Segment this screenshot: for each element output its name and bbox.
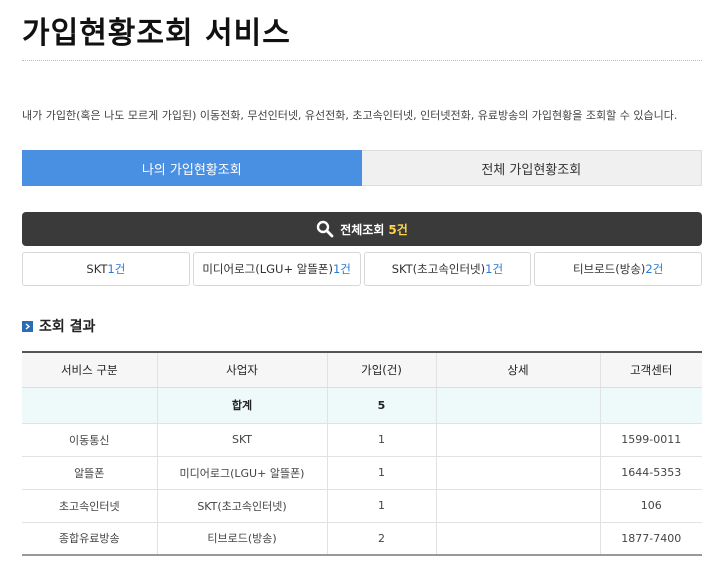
filter-skt[interactable]: SKT 1건 (22, 252, 190, 286)
table-row: 초고속인터넷 SKT(초고속인터넷) 1 106 (22, 489, 702, 523)
title-divider (22, 60, 702, 61)
filter-label: 미디어로그(LGU+ 알뜰폰) (202, 262, 333, 276)
filter-medialog[interactable]: 미디어로그(LGU+ 알뜰폰) 1건 (192, 252, 361, 286)
service-cell: 알뜰폰 (22, 456, 157, 490)
filter-count: 2건 (645, 262, 664, 276)
detail-cell (435, 423, 600, 457)
tab-all-subscriptions[interactable]: 전체 가입현황조회 (361, 150, 702, 186)
view-tabs: 나의 가입현황조회 전체 가입현황조회 (22, 150, 702, 186)
filter-tbroad[interactable]: 티브로드(방송) 2건 (534, 252, 702, 286)
empty-cell (22, 387, 157, 424)
column-header: 사업자 (156, 352, 327, 388)
column-header: 가입(건) (326, 352, 436, 388)
total-count-cell: 5 (326, 387, 436, 424)
table-row: 알뜰폰 미디어로그(LGU+ 알뜰폰) 1 1644-5353 (22, 456, 702, 490)
filter-label: SKT(초고속인터넷) (391, 262, 486, 276)
provider-cell: 미디어로그(LGU+ 알뜰폰) (156, 456, 327, 490)
result-section-heading: 조회 결과 (22, 316, 95, 336)
page-title: 가입현황조회 서비스 (22, 16, 291, 51)
provider-cell: SKT(초고속인터넷) (156, 489, 327, 523)
empty-cell (435, 387, 600, 424)
page-description: 내가 가입한(혹은 나도 모르게 가입된) 이동전화, 무선인터넷, 유선전화,… (22, 109, 678, 122)
filter-label: SKT (86, 262, 108, 276)
filter-label: 티브로드(방송) (572, 262, 646, 276)
count-cell: 1 (326, 489, 436, 523)
support-center-cell: 1644-5353 (599, 456, 702, 490)
result-section-title: 조회 결과 (39, 319, 96, 335)
column-header: 서비스 구분 (22, 352, 157, 388)
detail-cell (435, 489, 600, 523)
column-header: 고객센터 (599, 352, 702, 388)
total-count: 5건 (388, 222, 408, 237)
count-cell: 2 (326, 522, 436, 556)
table-row: 종합유료방송 티브로드(방송) 2 1877-7400 (22, 522, 702, 556)
support-center-cell: 106 (599, 489, 702, 523)
filter-count: 1건 (332, 262, 351, 276)
table-header-row: 서비스 구분 사업자 가입(건) 상세 고객센터 (22, 352, 702, 388)
provider-filters: SKT 1건 미디어로그(LGU+ 알뜰폰) 1건 SKT(초고속인터넷) 1건 티브… (22, 252, 702, 286)
total-label: 전체조회 (340, 222, 385, 237)
filter-count: 1건 (485, 262, 504, 276)
support-center-cell: 1599-0011 (599, 423, 702, 457)
result-table: 서비스 구분 사업자 가입(건) 상세 고객센터 합계 5 이동통신 SKT 1… (22, 351, 702, 556)
table-row: 이동통신 SKT 1 1599-0011 (22, 423, 702, 457)
count-cell: 1 (326, 423, 436, 457)
detail-cell (435, 456, 600, 490)
column-header: 상세 (435, 352, 600, 388)
service-cell: 종합유료방송 (22, 522, 157, 556)
support-center-cell: 1877-7400 (599, 522, 702, 556)
total-label-cell: 합계 (156, 387, 327, 424)
chevron-right-icon (22, 320, 33, 332)
empty-cell (599, 387, 702, 424)
tab-my-subscriptions[interactable]: 나의 가입현황조회 (22, 150, 362, 186)
search-icon (317, 220, 334, 238)
provider-cell: 티브로드(방송) (156, 522, 327, 556)
total-search-button[interactable]: 전체조회 5건 (22, 212, 702, 246)
total-row: 합계 5 (22, 387, 702, 424)
service-cell: 이동통신 (22, 423, 157, 457)
count-cell: 1 (326, 456, 436, 490)
filter-count: 1건 (107, 262, 126, 276)
provider-cell: SKT (156, 423, 327, 457)
filter-skt-internet[interactable]: SKT(초고속인터넷) 1건 (363, 252, 532, 286)
service-cell: 초고속인터넷 (22, 489, 157, 523)
detail-cell (435, 522, 600, 556)
